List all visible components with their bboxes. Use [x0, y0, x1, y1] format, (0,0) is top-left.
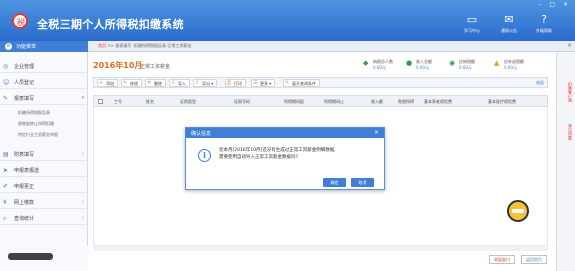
edit-icon: ✎	[123, 80, 128, 86]
refund-icon: ▲	[494, 59, 500, 67]
faq-tab[interactable]: 常见问题	[560, 124, 573, 140]
column-header[interactable]: 收入额	[371, 99, 383, 105]
chevron-right-icon: ›	[82, 151, 84, 157]
sidebar-item-company[interactable]: ◎ 企业管理	[0, 60, 88, 73]
tab-close-icon[interactable]: ×	[567, 42, 572, 49]
collapse-window-button[interactable]: 收起窗口	[489, 255, 515, 264]
delete-icon: ✕	[147, 80, 152, 86]
learning-icon: ▭	[466, 13, 478, 26]
window-controls[interactable]: – □ ×	[538, 1, 571, 8]
send-icon: ➤	[3, 167, 9, 174]
app-title: 全税三期个人所得税扣缴系统	[37, 18, 184, 31]
edit-button[interactable]: ✎ 修改	[121, 79, 142, 87]
learning-center-button[interactable]: ▭ 学习中心	[458, 14, 486, 34]
stat-refund: ▲ 应补退税额 0.00元	[494, 59, 524, 70]
title-bar: 税 全税三期个人所得税扣缴系统 ▭ 学习中心 ✉ 通知公告 ? 升级帮助 – □…	[0, 0, 575, 41]
select-all-checkbox[interactable]	[98, 99, 103, 104]
confirm-button[interactable]: 确定	[323, 178, 346, 187]
sidebar-item-person[interactable]: ☺ 人员登记	[0, 76, 88, 89]
column-header[interactable]: 证照类型	[180, 99, 196, 105]
table-header: 工号 姓名 证照类型 证照号码 所得期间起 所得期间止 收入额 免税所得 基本养…	[93, 95, 548, 107]
delete-button[interactable]: ✕ 删除	[145, 79, 166, 87]
print-icon: ⎙	[227, 80, 232, 86]
back-home-button[interactable]: 返回首页	[521, 255, 547, 264]
filter-icon: ✎	[285, 80, 290, 86]
company-icon: ◎	[3, 63, 9, 70]
tax-icon: ◉	[449, 59, 456, 67]
person-icon: ☺	[3, 79, 10, 86]
print-button[interactable]: ⎙ 打印	[225, 79, 246, 87]
period-value[interactable]: 2016年10月	[93, 60, 142, 71]
form-icon: ✎	[3, 95, 9, 102]
period-subtitle: 正常工资薪金	[140, 64, 171, 70]
right-side-panel: 扣缴客户端 常见问题	[556, 52, 575, 271]
sidebar-subitem[interactable]: 扣缴所得税报告表	[0, 108, 88, 117]
edit-icon: ✐	[3, 183, 9, 190]
toolbar: + 添加 ✎ 修改 ✕ 删除 ⇩ 导入 ⇧ 导出 ▾ ⎙ 打印 ☰ 更多 ▾ ✎ 展开查询条件 …	[93, 77, 548, 88]
column-header[interactable]: 所得期间止	[324, 99, 344, 105]
app-window: 税 全税三期个人所得税扣缴系统 ▭ 学习中心 ✉ 通知公告 ? 升级帮助 – □…	[0, 0, 575, 271]
expand-query-button[interactable]: ✎ 展开查询条件	[283, 79, 320, 87]
column-header[interactable]: 基本医疗保险费	[488, 99, 516, 105]
column-header[interactable]: 免税所得	[398, 99, 414, 105]
table-icon: ▤	[3, 151, 9, 158]
dialog-title: 确认信息 ×	[186, 128, 384, 138]
help-button[interactable]: ? 升级帮助	[530, 14, 558, 34]
import-button[interactable]: ⇩ 导入	[169, 79, 190, 87]
confirm-dialog: 确认信息 × i 您本月[2016年10月]还没有生成过正常工资薪金明细数据, …	[185, 127, 385, 190]
chevron-down-icon: ▾	[81, 95, 84, 101]
assistant-mascot-icon[interactable]	[507, 200, 529, 222]
people-icon: ◆	[363, 59, 369, 67]
sidebar: ◎ 企业管理 ☺ 人员登记 ✎ 报表填写 ▾ 扣缴所得税报告表 限售股转让所得扣缴 特定…	[0, 52, 88, 271]
collapse-link[interactable]: 收起	[536, 80, 544, 86]
column-header[interactable]: 所得期间起	[284, 99, 304, 105]
column-header[interactable]: 证照号码	[234, 99, 250, 105]
stat-people: ◆ 纳税总人数 0.00元	[363, 59, 393, 70]
sidebar-subitem[interactable]: 限售股转让所得扣缴	[0, 119, 88, 128]
cancel-button[interactable]: 取消	[351, 178, 374, 187]
column-header[interactable]: 基本养老保险费	[424, 99, 452, 105]
pay-icon: ¥	[3, 199, 7, 206]
sidebar-item-send[interactable]: ➤ 申报表报送	[0, 164, 88, 177]
redaction-mark	[8, 253, 53, 260]
sidebar-subitem[interactable]: 特定行业工资薪金申报	[0, 130, 88, 139]
breadcrumb-path: >> 报表填写 -扣缴所得税报告表-正常工资薪金	[107, 43, 192, 48]
chevron-right-icon: ›	[82, 199, 84, 205]
sidebar-item-attach[interactable]: ▤ 附表填写 ›	[0, 148, 88, 161]
column-header[interactable]: 工号	[114, 99, 122, 105]
redacted-area	[0, 246, 88, 271]
sidebar-item-pay[interactable]: ¥ 网上缴款 ›	[0, 196, 88, 209]
sidebar-item-form[interactable]: ✎ 报表填写 ▾	[0, 92, 88, 105]
stat-tax: ◉ 应纳税额 0.00元	[449, 59, 475, 70]
sidebar-item-query[interactable]: ⌕ 查询统计 ›	[0, 212, 88, 225]
export-button[interactable]: ⇧ 导出 ▾	[193, 79, 218, 87]
more-button[interactable]: ☰ 更多 ▾	[251, 79, 276, 87]
income-icon: ●	[406, 59, 413, 67]
horizontal-scrollbar[interactable]	[93, 246, 548, 251]
search-icon: ⌕	[3, 215, 7, 222]
help-icon: ?	[541, 13, 547, 26]
add-button[interactable]: + 添加	[97, 79, 118, 87]
stat-income: ● 收入总额 0.00元	[406, 59, 432, 70]
sidebar-header: ≡ 功能菜单	[0, 41, 88, 52]
menu-icon: ≡	[5, 43, 12, 50]
close-icon[interactable]: ×	[374, 129, 379, 136]
mail-icon: ✉	[504, 13, 514, 26]
info-icon: i	[198, 149, 211, 162]
dialog-message: 您本月[2016年10月]还没有生成过正常工资薪金明细数据, 需要使用自动导入正…	[219, 148, 336, 160]
tax-emblem-logo: 税	[12, 13, 28, 29]
more-icon: ☰	[253, 80, 258, 86]
client-tab[interactable]: 扣缴客户端	[560, 82, 573, 102]
notice-button[interactable]: ✉ 通知公告	[495, 14, 523, 34]
column-header[interactable]: 姓名	[146, 99, 154, 105]
breadcrumb-home[interactable]: 首页	[98, 43, 106, 48]
breadcrumb: 首页 >> 报表填写 -扣缴所得税报告表-正常工资薪金	[98, 43, 191, 49]
export-icon: ⇧	[195, 80, 200, 86]
chevron-right-icon: ›	[82, 215, 84, 221]
sidebar-item-correct[interactable]: ✐ 申报更正	[0, 180, 88, 193]
add-icon: +	[99, 80, 104, 86]
import-icon: ⇩	[171, 80, 176, 86]
